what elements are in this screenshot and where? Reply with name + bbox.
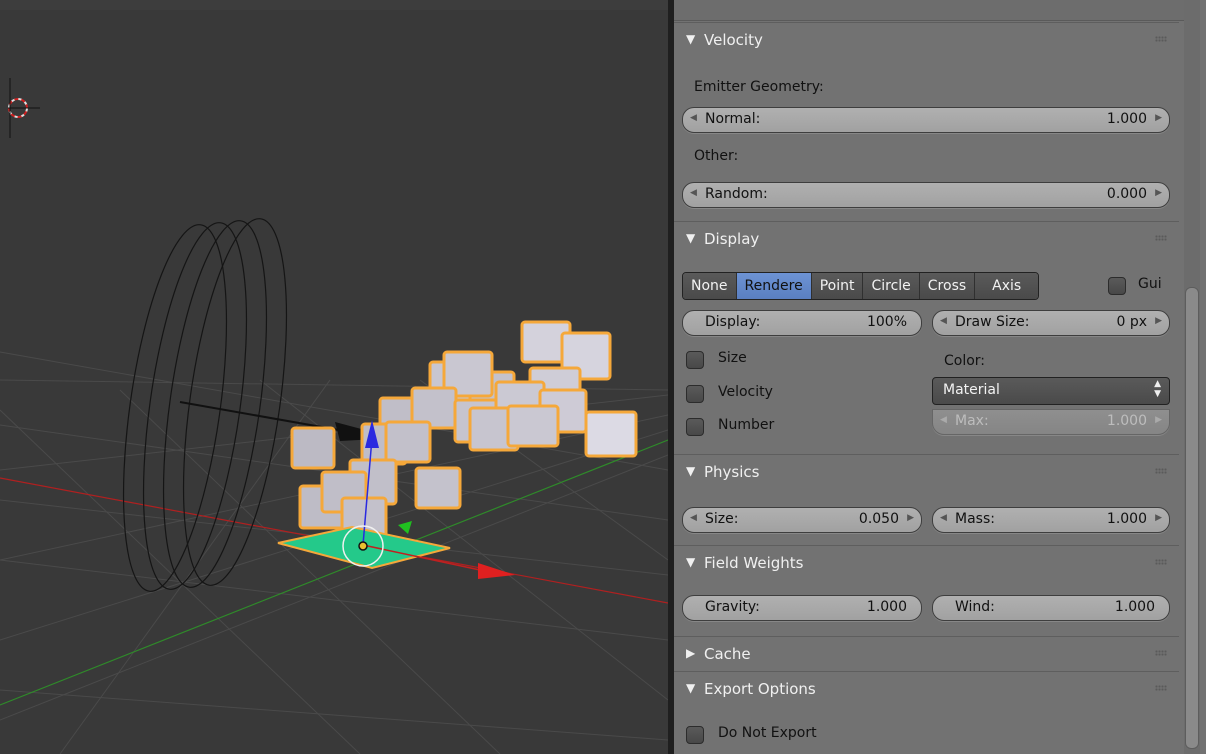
section-header-display[interactable]: ▼ Display — [674, 221, 1179, 256]
gui-checkbox[interactable] — [1108, 277, 1126, 295]
emitter-geometry-label: Emitter Geometry: — [694, 79, 824, 95]
max-field: ◀ Max: 1.000 ▶ — [932, 409, 1170, 435]
drag-grip-icon[interactable] — [1155, 559, 1167, 565]
mode-rendered-button[interactable]: Rendere — [736, 273, 812, 299]
section-title: Field Weights — [704, 554, 804, 572]
section-header-cache[interactable]: ▶ Cache — [674, 636, 1179, 671]
panel-top-strip — [674, 0, 1184, 21]
other-label: Other: — [694, 148, 739, 164]
section-title: Export Options — [704, 680, 816, 698]
normal-field[interactable]: ◀ Normal: 1.000 ▶ — [682, 107, 1170, 133]
3d-cursor[interactable] — [8, 78, 40, 138]
mode-axis-button[interactable]: Axis — [975, 273, 1039, 299]
decrement-arrow-icon[interactable]: ◀ — [940, 316, 947, 326]
decrement-arrow-icon[interactable]: ◀ — [690, 513, 697, 523]
section-title: Velocity — [704, 31, 763, 49]
increment-arrow-icon[interactable]: ▶ — [1155, 113, 1162, 123]
mode-point-button[interactable]: Point — [811, 273, 864, 299]
panel-scrollbar-thumb[interactable] — [1185, 287, 1199, 749]
decrement-arrow-icon[interactable]: ◀ — [940, 513, 947, 523]
section-header-physics[interactable]: ▼ Physics — [674, 454, 1179, 489]
up-down-arrows-icon: ▲ ▼ — [1154, 379, 1161, 399]
wind-field[interactable]: Wind: 1.000 — [932, 595, 1170, 621]
drag-grip-icon[interactable] — [1155, 650, 1167, 656]
increment-arrow-icon[interactable]: ▶ — [1155, 188, 1162, 198]
display-mode-toggle: None Rendere Point Circle Cross Axis — [682, 272, 1040, 300]
section-header-velocity[interactable]: ▼ Velocity — [674, 22, 1179, 57]
decrement-arrow-icon: ◀ — [940, 415, 947, 425]
display-percentage-field[interactable]: Display: 100% — [682, 310, 922, 336]
section-title: Display — [704, 230, 760, 248]
section-header-field-weights[interactable]: ▼ Field Weights — [674, 545, 1179, 580]
increment-arrow-icon: ▶ — [1155, 415, 1162, 425]
physics-size-field[interactable]: ◀ Size: 0.050 ▶ — [682, 507, 922, 533]
size-checkbox[interactable] — [686, 351, 704, 369]
properties-panel: ▼ Velocity Emitter Geometry: ◀ Normal: 1… — [674, 0, 1206, 754]
section-title: Physics — [704, 463, 760, 481]
increment-arrow-icon[interactable]: ▶ — [1155, 316, 1162, 326]
drag-grip-icon[interactable] — [1155, 685, 1167, 691]
color-label: Color: — [944, 353, 986, 369]
force-field-rings — [122, 218, 288, 592]
decrement-arrow-icon[interactable]: ◀ — [690, 113, 697, 123]
drag-grip-icon[interactable] — [1155, 36, 1167, 42]
section-header-export-options[interactable]: ▼ Export Options — [674, 671, 1179, 706]
triangle-down-icon: ▼ — [686, 555, 696, 569]
mode-circle-button[interactable]: Circle — [863, 273, 920, 299]
drag-grip-icon[interactable] — [1155, 235, 1167, 241]
triangle-down-icon: ▼ — [686, 681, 696, 695]
draw-size-field[interactable]: ◀ Draw Size: 0 px ▶ — [932, 310, 1170, 336]
increment-arrow-icon[interactable]: ▶ — [1155, 513, 1162, 523]
3d-viewport[interactable] — [0, 0, 668, 754]
number-checkbox[interactable] — [686, 418, 704, 436]
do-not-export-checkbox[interactable] — [686, 726, 704, 744]
physics-mass-field[interactable]: ◀ Mass: 1.000 ▶ — [932, 507, 1170, 533]
section-title: Cache — [704, 645, 751, 663]
color-dropdown[interactable]: Material ▲ ▼ — [932, 377, 1170, 405]
drag-grip-icon[interactable] — [1155, 468, 1167, 474]
velocity-checkbox[interactable] — [686, 385, 704, 403]
increment-arrow-icon[interactable]: ▶ — [907, 513, 914, 523]
triangle-down-icon: ▼ — [686, 231, 696, 245]
mode-none-button[interactable]: None — [683, 273, 737, 299]
triangle-down-icon: ▼ — [686, 464, 696, 478]
mode-cross-button[interactable]: Cross — [919, 273, 976, 299]
gravity-field[interactable]: Gravity: 1.000 — [682, 595, 922, 621]
triangle-down-icon: ▼ — [686, 32, 696, 46]
triangle-right-icon: ▶ — [686, 646, 696, 660]
random-field[interactable]: ◀ Random: 0.000 ▶ — [682, 182, 1170, 208]
decrement-arrow-icon[interactable]: ◀ — [690, 188, 697, 198]
viewport-scene — [0, 78, 668, 754]
